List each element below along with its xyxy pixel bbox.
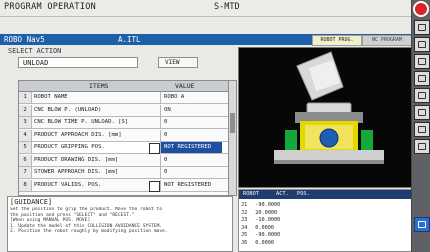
row-number: 7: [19, 167, 32, 178]
logo-icon: [413, 1, 429, 17]
power-icon[interactable]: [414, 217, 430, 232]
position-line: J4 0.0000: [241, 225, 274, 231]
axis-value: -10.0000: [255, 217, 281, 223]
row-number: 6: [19, 154, 32, 166]
row-item: ROBOT NAME: [34, 94, 68, 100]
guidance-title: [GUIDANCE]: [10, 198, 53, 206]
row-item: PRODUCT VALIDS. POS.: [34, 181, 102, 188]
row-item: PRODUCT DRAWING DIS. [mm]: [34, 156, 119, 163]
monitor-icon[interactable]: [414, 20, 430, 35]
row-number: 8: [19, 179, 32, 191]
position-line: J1 -90.0000: [241, 202, 280, 208]
program-icon[interactable]: [414, 37, 430, 52]
tab-nc-program[interactable]: NC PROGRAM: [362, 35, 412, 46]
table-header: ITEMS VALUE: [19, 81, 229, 92]
position-header: ROBOT ACT. POS.: [239, 190, 413, 199]
coords-header-robot: ROBOT: [243, 191, 259, 197]
axis-value: -90.0000: [255, 232, 281, 238]
right-toolbar: [411, 0, 430, 252]
row-item: CNC BLOW P. (UNLOAD): [34, 106, 102, 113]
row-number: 3: [19, 117, 32, 128]
select-action-label: SELECT ACTION: [8, 47, 62, 55]
row-item: CNC BLOW TIME P. UNLOAD. [S]: [34, 119, 129, 125]
position-line: J6 0.0000: [241, 240, 274, 246]
items-header: ITEMS: [89, 82, 109, 90]
axis-label: J4: [241, 224, 248, 231]
axis-value: 20.0000: [255, 209, 278, 216]
table-row[interactable]: 1 ROBOT NAME ROBO A: [19, 92, 229, 104]
row-number: 2: [19, 104, 32, 116]
guidance-text: Set the position to grip the product. Mo…: [10, 207, 168, 234]
axis-value: 0.0000: [255, 239, 274, 246]
row-item: STOWER APPROACH DIS. [mm]: [34, 169, 119, 175]
table-row[interactable]: 7 STOWER APPROACH DIS. [mm] 0: [19, 167, 229, 179]
axis-label: J1: [241, 202, 248, 208]
menu-icon[interactable]: [414, 122, 430, 137]
row-number: 4: [19, 129, 32, 141]
target-icon[interactable]: [149, 180, 160, 192]
row-value[interactable]: NOT REGISTERED: [160, 179, 222, 191]
row-number: 1: [19, 92, 32, 103]
setup-icon[interactable]: [414, 54, 430, 69]
position-line: J3 -10.0000: [241, 217, 280, 223]
row-item: PRODUCT APPROACH DIS. [mm]: [34, 131, 122, 138]
coords-header-pos: POS.: [297, 191, 310, 197]
grid-icon[interactable]: [414, 105, 430, 120]
coords-header-act: ACT.: [276, 191, 289, 197]
items-table: ITEMS VALUE 1 ROBOT NAME ROBO A 2 CNC BLOW P…: [18, 80, 230, 196]
row-item: PRODUCT GRIPPING POS.: [34, 144, 105, 150]
table-row[interactable]: 8 PRODUCT VALIDS. POS. NOT REGISTERED: [19, 179, 229, 192]
row-value[interactable]: 0: [160, 167, 222, 178]
robot-3d-viewer[interactable]: [238, 47, 414, 188]
view-button-label: VIEW: [165, 59, 180, 66]
screen: PROGRAM OPERATION S-MTD ROBO Nav5 A.ITL …: [0, 0, 430, 252]
target-icon[interactable]: [149, 143, 160, 154]
select-action-field[interactable]: UNLOAD: [18, 57, 138, 68]
camera-icon[interactable]: [414, 71, 430, 86]
machine-name: S-MTD: [214, 2, 240, 12]
program-name: A.ITL: [118, 35, 141, 44]
row-value[interactable]: 0: [160, 129, 222, 141]
window-title: PROGRAM OPERATION: [4, 2, 97, 12]
scroll-thumb[interactable]: [230, 113, 235, 133]
home-icon[interactable]: [414, 139, 430, 154]
table-scrollbar[interactable]: [228, 80, 237, 196]
axis-value: -90.0000: [255, 202, 281, 208]
guidance-panel: [GUIDANCE] Set the position to grip the …: [7, 196, 233, 252]
value-header: VALUE: [175, 82, 195, 90]
position-line: J2 20.0000: [241, 210, 277, 216]
table-row[interactable]: 2 CNC BLOW P. (UNLOAD) ON: [19, 104, 229, 117]
tab-robot-prog[interactable]: ROBOT PROG.: [312, 35, 362, 46]
row-value[interactable]: 0: [160, 117, 222, 128]
view-button[interactable]: VIEW: [158, 57, 198, 68]
axis-label: J3: [241, 217, 248, 223]
axis-value: 0.0000: [255, 224, 274, 231]
table-row[interactable]: 6 PRODUCT DRAWING DIS. [mm] 0: [19, 154, 229, 167]
row-value[interactable]: ON: [160, 104, 222, 116]
table-row[interactable]: 3 CNC BLOW TIME P. UNLOAD. [S] 0: [19, 117, 229, 129]
row-value[interactable]: 0: [160, 154, 222, 166]
axis-label: J6: [241, 239, 248, 246]
top-bar: PROGRAM OPERATION S-MTD: [0, 0, 430, 17]
position-line: J5 -90.0000: [241, 232, 280, 238]
row-number: 5: [19, 142, 32, 153]
table-row[interactable]: 5 PRODUCT GRIPPING POS. NOT REGISTERED: [19, 142, 229, 154]
table-row[interactable]: 4 PRODUCT APPROACH DIS. [mm] 0: [19, 129, 229, 142]
row-value[interactable]: ROBO A: [160, 92, 222, 103]
axis-label: J5: [241, 232, 248, 238]
row-value[interactable]: NOT REGISTERED: [160, 142, 222, 153]
position-readout: ROBOT ACT. POS. J1 -90.0000 J2 20.0000 J3 -10…: [238, 189, 414, 252]
robot-model: [239, 48, 413, 187]
robot-name: ROBO Nav5: [4, 35, 45, 44]
tool-icon[interactable]: [414, 88, 430, 103]
axis-label: J2: [241, 209, 248, 216]
